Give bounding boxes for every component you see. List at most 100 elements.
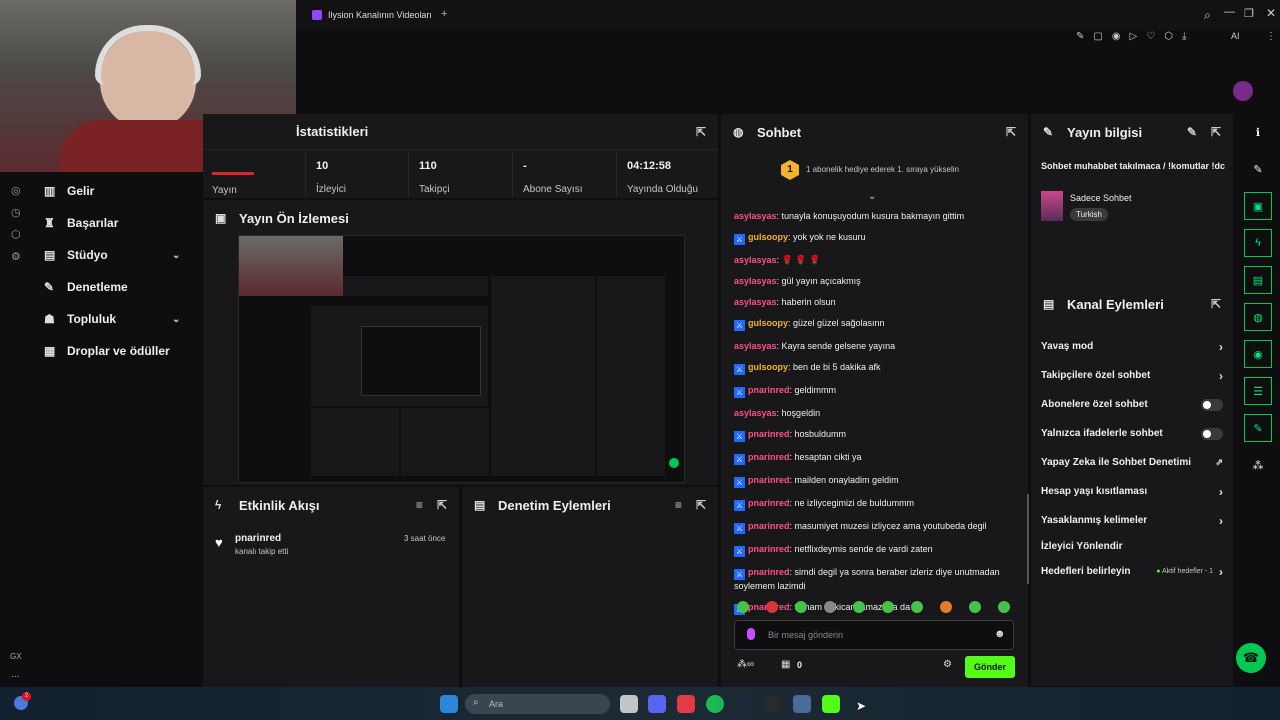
chat-settings-icon[interactable]: ⚙ — [943, 659, 952, 670]
menu-icon[interactable]: ⋮ — [1266, 31, 1276, 42]
sidebar-item-gelir[interactable]: ▥ Gelir — [0, 175, 203, 207]
popout-icon[interactable]: ⇱ — [1211, 125, 1221, 139]
popout-icon[interactable]: ⇱ — [437, 498, 447, 512]
emote-bar[interactable] — [737, 601, 1027, 615]
mic-icon[interactable] — [747, 628, 755, 640]
chat-username[interactable]: asylasyas — [734, 211, 777, 221]
broadcast-icon[interactable]: ◉ — [1244, 340, 1272, 368]
edit-icon[interactable]: ✎ — [1187, 125, 1197, 139]
chat-username[interactable]: gulsoopy — [748, 318, 788, 328]
discord-icon[interactable] — [648, 695, 666, 713]
goals-row[interactable]: Hedefleri belirleyin ● Aktif hedefler - 1… — [1031, 557, 1233, 586]
app-icon[interactable] — [793, 695, 811, 713]
file-explorer-icon[interactable] — [620, 695, 638, 713]
gift-text[interactable]: 1 abonelik hediye ederek 1. sıraya yükse… — [806, 165, 959, 174]
kick-icon[interactable] — [822, 695, 840, 713]
chat-username[interactable]: gulsoopy — [748, 232, 788, 242]
chat-username[interactable]: asylasyas — [734, 276, 777, 286]
chat-username[interactable]: pnarinred — [748, 429, 790, 439]
ai-moderation-row[interactable]: Yapay Zeka ile Sohbet Denetimi ⇗ — [1031, 448, 1233, 477]
stream-preview-video[interactable] — [238, 235, 685, 483]
emote[interactable] — [998, 601, 1010, 613]
ai-label[interactable]: AI — [1231, 31, 1240, 41]
lightning-icon[interactable]: ϟ — [1244, 229, 1272, 257]
popout-icon[interactable]: ⇱ — [696, 125, 706, 139]
avatar[interactable] — [1233, 81, 1253, 101]
spotify-icon[interactable] — [706, 695, 724, 713]
chat-username[interactable]: pnarinred — [748, 521, 790, 531]
camera-icon[interactable]: ▣ — [1244, 192, 1272, 220]
close-icon[interactable]: ✕ — [1266, 6, 1276, 20]
chat-username[interactable]: asylasyas — [734, 297, 777, 307]
chat-icon[interactable]: ◍ — [1244, 303, 1272, 331]
account-age-row[interactable]: Hesap yaşı kısıtlaması › — [1031, 477, 1233, 506]
chat-username[interactable]: asylasyas — [734, 255, 777, 265]
subs-only-row[interactable]: Abonelere özel sohbet — [1031, 390, 1233, 419]
help-button[interactable]: ☎ — [1236, 643, 1266, 673]
document-icon[interactable]: ▤ — [1244, 266, 1272, 294]
slow-mode-row[interactable]: Yavaş mod › — [1031, 332, 1233, 361]
send-button[interactable]: Gönder — [965, 656, 1015, 678]
search-icon[interactable]: ⌕ — [1204, 8, 1211, 23]
subs-only-toggle[interactable] — [1201, 398, 1223, 411]
points-icon[interactable]: ⁂∞ — [737, 659, 754, 670]
obs-icon[interactable] — [764, 695, 782, 713]
emote-only-row[interactable]: Yalnızca ifadelerle sohbet — [1031, 419, 1233, 448]
emote-only-toggle[interactable] — [1201, 427, 1223, 440]
sidebar-item-topluluk[interactable]: ☗ Topluluk ⌄ — [0, 303, 203, 335]
chat-username[interactable]: pnarinred — [748, 498, 790, 508]
preview-panel: ▣ Yayın Ön İzlemesi — [203, 200, 718, 485]
raid-row[interactable]: İzleyici Yönlendir — [1031, 535, 1233, 557]
chat-username[interactable]: asylasyas — [734, 408, 777, 418]
emote[interactable] — [824, 601, 836, 613]
emote[interactable] — [940, 601, 952, 613]
chat-input[interactable]: Bir mesaj gönderin ☻ — [734, 620, 1014, 650]
windows-start-icon[interactable] — [440, 695, 458, 713]
new-tab-button[interactable]: + — [441, 8, 447, 20]
taskbar-search[interactable]: ⌕ Ara — [465, 694, 610, 714]
emote[interactable] — [795, 601, 807, 613]
popout-icon[interactable]: ⇱ — [696, 498, 706, 512]
followers-only-row[interactable]: Takipçilere özel sohbet › — [1031, 361, 1233, 390]
popout-icon[interactable]: ⇱ — [1006, 125, 1016, 139]
emote[interactable] — [737, 601, 749, 613]
emote[interactable] — [853, 601, 865, 613]
info-icon[interactable]: ℹ — [1244, 118, 1272, 146]
chat-scrollbar[interactable] — [1027, 494, 1029, 584]
browser-tab[interactable]: Ilysion Kanalının Videoları — [312, 7, 452, 23]
emote[interactable] — [766, 601, 778, 613]
chat-username[interactable]: pnarinred — [748, 567, 790, 577]
banned-words-row[interactable]: Yasaklanmış kelimeler › — [1031, 506, 1233, 535]
apps-icon[interactable]: ⁂ — [1244, 451, 1272, 479]
preview-nested-inner — [361, 326, 481, 396]
chat-username[interactable]: pnarinred — [748, 544, 790, 554]
chat-username[interactable]: gulsoopy — [748, 362, 788, 372]
filter-icon[interactable]: ≡ — [416, 498, 423, 512]
sidebar-item-studyo[interactable]: ▤ Stüdyo ⌄ — [0, 239, 203, 271]
chevron-down-icon[interactable]: ⌄ — [868, 191, 876, 202]
emoji-icon[interactable]: ☻ — [994, 628, 1006, 640]
wrench-icon[interactable]: ✎ — [1244, 414, 1272, 442]
edit-icon[interactable]: ✎ — [1244, 155, 1272, 183]
sidebar-item-basarilar[interactable]: ♜ Başarılar — [0, 207, 203, 239]
extensions-bar[interactable]: ✎▢◉▷♡⬡⤓ — [1076, 31, 1195, 42]
sidebar-item-denetleme[interactable]: ✎ Denetleme — [0, 271, 203, 303]
steam-icon[interactable] — [735, 695, 753, 713]
gift-icon: ▦ — [44, 344, 56, 358]
chat-username[interactable]: pnarinred — [748, 385, 790, 395]
emote[interactable] — [911, 601, 923, 613]
minimize-icon[interactable]: — — [1224, 6, 1235, 18]
chat-username[interactable]: asylasyas — [734, 341, 777, 351]
restore-icon[interactable]: ❐ — [1244, 7, 1254, 20]
emote[interactable] — [969, 601, 981, 613]
emote[interactable] — [882, 601, 894, 613]
list-icon[interactable]: ☰ — [1244, 377, 1272, 405]
sidebar-item-droplar[interactable]: ▦ Droplar ve ödüller — [0, 335, 203, 367]
opera-gx-icon[interactable] — [677, 695, 695, 713]
store-icon[interactable]: ▦ — [781, 659, 790, 670]
more-icon[interactable]: ... — [11, 669, 19, 680]
filter-icon[interactable]: ≡ — [675, 498, 682, 512]
chat-username[interactable]: pnarinred — [748, 452, 790, 462]
chat-username[interactable]: pnarinred — [748, 475, 790, 485]
popout-icon[interactable]: ⇱ — [1211, 297, 1221, 311]
